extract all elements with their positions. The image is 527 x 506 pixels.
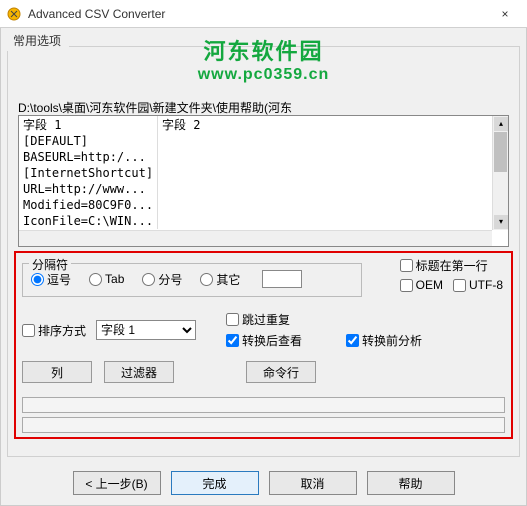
analyze-before-checkbox[interactable]: 转换前分析 (346, 332, 422, 349)
scroll-thumb[interactable] (494, 132, 507, 172)
vertical-scrollbar[interactable]: ▴ ▾ (492, 116, 508, 230)
table-row: IconFile=C:\WIN... (19, 213, 508, 229)
skip-duplicates-checkbox[interactable]: 跳过重复 (226, 311, 302, 328)
right-checkbox-group: 标题在第一行 OEM UTF-8 (400, 257, 503, 292)
close-button[interactable]: × (483, 0, 527, 28)
app-icon (6, 6, 22, 22)
tab-common-options[interactable]: 常用选项 (5, 30, 69, 51)
status-bar-1 (22, 397, 505, 413)
titlebar: Advanced CSV Converter × (0, 0, 527, 28)
cancel-button[interactable]: 取消 (269, 471, 357, 495)
header-first-row-checkbox[interactable]: 标题在第一行 (400, 257, 503, 274)
options-highlighted-area: 标题在第一行 OEM UTF-8 分隔符 (14, 251, 513, 439)
horizontal-scrollbar[interactable] (19, 230, 492, 246)
delimiter-group-label: 分隔符 (29, 256, 71, 273)
delimiter-semicolon-radio[interactable]: 分号 (142, 271, 182, 288)
back-button[interactable]: < 上一步(B) (73, 471, 161, 495)
table-row: [InternetShortcut] (19, 165, 508, 181)
utf8-checkbox[interactable]: UTF-8 (453, 278, 503, 292)
data-grid[interactable]: 字段 1 字段 2 [DEFAULT] BASEURL=http:/... [I… (18, 115, 509, 247)
delimiter-group: 分隔符 逗号 Tab 分号 (22, 263, 362, 297)
grid-table: 字段 1 字段 2 [DEFAULT] BASEURL=http:/... [I… (19, 116, 508, 229)
filter-button[interactable]: 过滤器 (104, 361, 174, 383)
status-bar-2 (22, 417, 505, 433)
finish-button[interactable]: 完成 (171, 471, 259, 495)
sort-field-select[interactable]: 字段 1 (96, 320, 196, 340)
content-area: 河东软件园 www.pc0359.cn 常用选项 D:\tools\桌面\河东软… (0, 28, 527, 506)
table-row: BASEURL=http:/... (19, 149, 508, 165)
dialog-button-row: < 上一步(B) 完成 取消 帮助 (1, 471, 526, 495)
scroll-down-icon[interactable]: ▾ (494, 215, 508, 229)
oem-checkbox[interactable]: OEM (400, 278, 443, 292)
table-row: URL=http://www... (19, 181, 508, 197)
delimiter-other-radio[interactable]: 其它 (200, 271, 240, 288)
grid-header-row: 字段 1 字段 2 (19, 116, 508, 133)
help-button[interactable]: 帮助 (367, 471, 455, 495)
scroll-up-icon[interactable]: ▴ (494, 117, 508, 131)
file-path-label: D:\tools\桌面\河东软件园\新建文件夹\使用帮助(河东 (18, 99, 292, 116)
delimiter-comma-radio[interactable]: 逗号 (31, 271, 71, 288)
col-header-1[interactable]: 字段 1 (19, 116, 158, 133)
col-header-2[interactable]: 字段 2 (158, 116, 508, 133)
table-row: Modified=80C9F0... (19, 197, 508, 213)
window-title: Advanced CSV Converter (28, 7, 165, 21)
table-row: [DEFAULT] (19, 133, 508, 149)
view-after-checkbox[interactable]: 转换后查看 (226, 332, 302, 349)
main-panel: D:\tools\桌面\河东软件园\新建文件夹\使用帮助(河东 字段 1 字段 … (7, 46, 520, 457)
delimiter-tab-radio[interactable]: Tab (89, 272, 124, 286)
columns-button[interactable]: 列 (22, 361, 92, 383)
cmdline-button[interactable]: 命令行 (246, 361, 316, 383)
sort-checkbox[interactable]: 排序方式 (22, 322, 86, 339)
custom-delimiter-input[interactable] (262, 270, 302, 288)
